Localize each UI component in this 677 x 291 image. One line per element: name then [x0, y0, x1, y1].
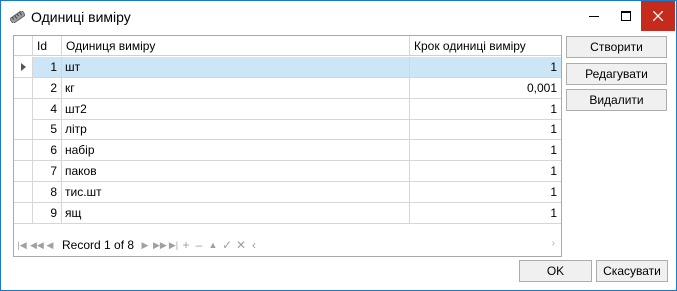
last-icon[interactable]: ▶|: [168, 238, 179, 252]
close-icon: [653, 11, 663, 21]
next-icon[interactable]: ▶: [140, 238, 150, 252]
cell-step[interactable]: 1: [410, 182, 561, 202]
column-header-id[interactable]: Id: [33, 36, 62, 56]
create-button[interactable]: Створити: [566, 36, 667, 58]
apply-icon[interactable]: ✓: [221, 238, 233, 252]
record-counter: Record 1 of 8: [62, 238, 135, 252]
cell-id[interactable]: 1: [33, 57, 62, 77]
maximize-button[interactable]: [609, 1, 643, 31]
column-header-unit[interactable]: Одиниця виміру: [62, 36, 410, 56]
minimize-icon: [589, 16, 599, 17]
edit-button[interactable]: Редагувати: [566, 63, 667, 85]
row-indicator[interactable]: [14, 57, 33, 77]
table-row[interactable]: 7 паков 1: [14, 161, 561, 182]
cell-id[interactable]: 9: [33, 202, 62, 223]
minimize-button[interactable]: [577, 1, 611, 31]
row-indicator[interactable]: [14, 119, 33, 140]
cell-name[interactable]: набір: [62, 140, 410, 161]
row-indicator[interactable]: [14, 181, 33, 202]
grid-header: Id Одиниця виміру Крок одиниці виміру: [14, 36, 561, 56]
close-button[interactable]: [641, 1, 675, 31]
cell-id[interactable]: 4: [33, 98, 62, 119]
table-row[interactable]: 1 шт 1: [14, 57, 561, 78]
cell-step[interactable]: 1: [410, 140, 561, 160]
ok-button[interactable]: OK: [519, 260, 592, 282]
cancel-button[interactable]: Скасувати: [596, 260, 668, 282]
header-indicator-cell: [14, 36, 33, 56]
prev-page-icon[interactable]: ◀◀: [30, 238, 44, 252]
current-row-arrow-icon: [21, 63, 26, 71]
add-icon[interactable]: +: [181, 238, 191, 252]
cell-name[interactable]: кг: [62, 77, 410, 98]
window-title: Одиниці виміру: [31, 9, 131, 25]
cell-step[interactable]: 1: [410, 203, 561, 223]
next-page-icon[interactable]: ▶▶: [153, 238, 167, 252]
table-row[interactable]: 6 набір 1: [14, 140, 561, 162]
cell-name[interactable]: літр: [62, 119, 410, 140]
table-row[interactable]: 9 ящ 1: [14, 202, 561, 224]
cell-id[interactable]: 5: [33, 119, 62, 140]
cell-step[interactable]: 0,001: [410, 78, 561, 98]
units-dialog: Одиниці виміру Id Одиниця виміру Крок од…: [0, 0, 677, 291]
cell-step[interactable]: 1: [410, 57, 561, 77]
cell-id[interactable]: 6: [33, 140, 62, 161]
ruler-icon: [10, 11, 25, 23]
cell-id[interactable]: 2: [33, 77, 62, 98]
cell-name[interactable]: ящ: [62, 202, 410, 223]
cancel-edit-icon[interactable]: ✕: [235, 238, 247, 252]
table-row[interactable]: 8 тис.шт 1: [14, 181, 561, 203]
up-icon[interactable]: ▲: [208, 238, 218, 252]
scroll-right-icon[interactable]: ›: [552, 238, 555, 249]
prev-icon[interactable]: ◀: [45, 238, 55, 252]
row-indicator[interactable]: [14, 98, 33, 119]
row-indicator[interactable]: [14, 161, 33, 181]
table-row[interactable]: 4 шт2 1: [14, 98, 561, 120]
cell-step[interactable]: 1: [410, 161, 561, 181]
row-indicator[interactable]: [14, 77, 33, 98]
cell-step[interactable]: 1: [410, 119, 561, 139]
first-icon[interactable]: |◀: [17, 238, 27, 252]
maximize-icon: [621, 11, 631, 21]
row-indicator[interactable]: [14, 202, 33, 223]
cell-step[interactable]: 1: [410, 99, 561, 119]
delete-button[interactable]: Видалити: [566, 89, 667, 111]
cell-id[interactable]: 8: [33, 181, 62, 202]
cell-name[interactable]: шт2: [62, 98, 410, 119]
record-navigator: |◀ ◀◀ ◀ Record 1 of 8 ▶ ▶▶ ▶| + – ▲ ✓ ✕ …: [14, 235, 561, 256]
filter-icon[interactable]: ‹: [249, 238, 259, 252]
column-header-step[interactable]: Крок одиниці виміру: [410, 36, 561, 56]
cell-name[interactable]: шт: [62, 57, 410, 77]
units-grid[interactable]: Id Одиниця виміру Крок одиниці виміру 1ш…: [13, 35, 562, 257]
remove-icon[interactable]: –: [194, 238, 204, 252]
cell-name[interactable]: тис.шт: [62, 181, 410, 202]
table-row[interactable]: 2 кг 0,001: [14, 77, 561, 99]
cell-id[interactable]: 7: [33, 161, 62, 181]
cell-name[interactable]: паков: [62, 161, 410, 181]
table-row[interactable]: 5 літр 1: [14, 119, 561, 141]
row-indicator[interactable]: [14, 140, 33, 161]
title-bar: Одиниці виміру: [1, 1, 676, 33]
